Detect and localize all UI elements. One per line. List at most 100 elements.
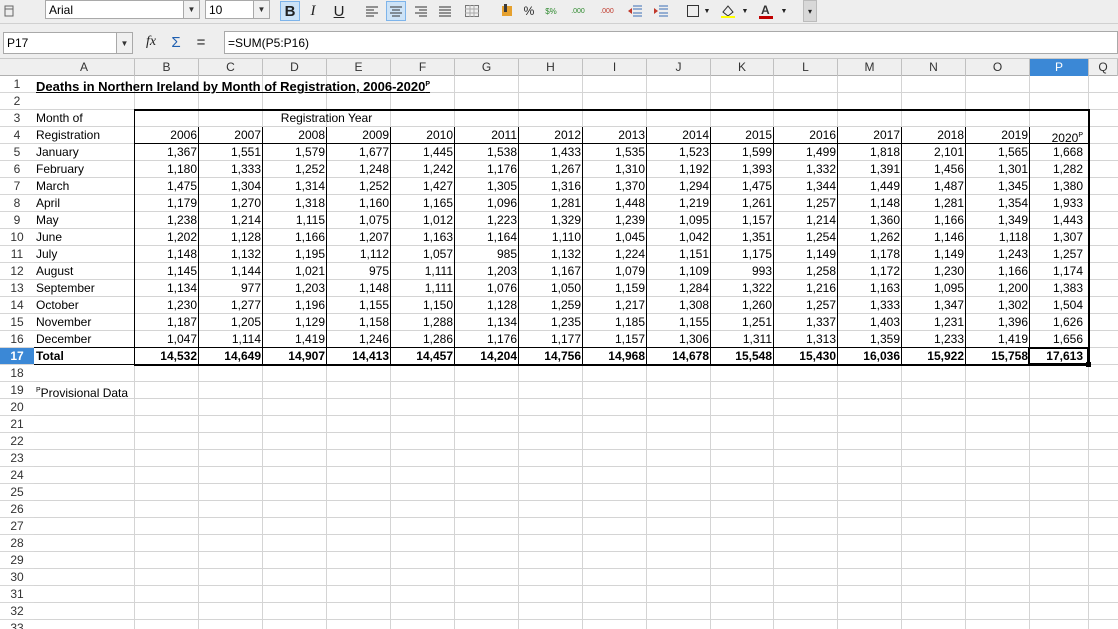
row-header[interactable]: 1 (0, 76, 34, 93)
row-header[interactable]: 24 (0, 467, 34, 484)
justify-icon[interactable] (435, 1, 455, 21)
row-header[interactable]: 11 (0, 246, 34, 263)
underline-button[interactable]: U (329, 1, 349, 21)
font-color-dropdown-icon[interactable]: ▼ (778, 1, 790, 21)
background-color-icon[interactable] (718, 1, 738, 21)
align-right-icon[interactable] (411, 1, 431, 21)
column-header[interactable]: D (263, 59, 327, 76)
sum-button[interactable]: Σ (166, 32, 186, 52)
row-header[interactable]: 4 (0, 127, 34, 144)
row-header[interactable]: 22 (0, 433, 34, 450)
row-header[interactable]: 2 (0, 93, 34, 110)
data-cell-text: 1,150 (422, 298, 453, 312)
bold-button[interactable]: B (280, 1, 300, 21)
row-header[interactable]: 31 (0, 586, 34, 603)
column-header[interactable]: C (199, 59, 263, 76)
row-header[interactable]: 6 (0, 161, 34, 178)
row-header[interactable]: 27 (0, 518, 34, 535)
data-cell-text: 1,166 (933, 213, 964, 227)
row-header[interactable]: 3 (0, 110, 34, 127)
data-cell: 977 (199, 280, 263, 297)
chevron-down-icon[interactable]: ▼ (253, 1, 269, 18)
row-header[interactable]: 15 (0, 314, 34, 331)
number-format-button[interactable]: $% (541, 1, 561, 21)
data-cell: 1,254 (774, 229, 838, 246)
row-header[interactable]: 5 (0, 144, 34, 161)
year-header: 2012 (519, 127, 583, 144)
row-header[interactable]: 32 (0, 603, 34, 620)
column-header[interactable]: J (647, 59, 711, 76)
chevron-down-icon[interactable]: ▼ (183, 1, 199, 18)
data-cell: 1,599 (711, 144, 774, 161)
align-center-icon[interactable] (386, 1, 406, 21)
row-header[interactable]: 10 (0, 229, 34, 246)
row-header[interactable]: 30 (0, 569, 34, 586)
column-header[interactable]: Q (1089, 59, 1118, 76)
merge-cells-icon[interactable] (462, 1, 482, 21)
function-wizard-button[interactable]: fx (141, 32, 161, 52)
font-size-box[interactable]: 10 ▼ (205, 0, 270, 19)
currency-icon[interactable] (497, 1, 517, 21)
borders-icon[interactable] (683, 1, 703, 21)
data-cell: 1,157 (711, 212, 774, 229)
row-header[interactable]: 12 (0, 263, 34, 280)
column-header[interactable]: E (327, 59, 391, 76)
row-header[interactable]: 9 (0, 212, 34, 229)
row-header[interactable]: 23 (0, 450, 34, 467)
row-header[interactable]: 21 (0, 416, 34, 433)
italic-button[interactable]: I (303, 1, 323, 21)
row-header[interactable]: 25 (0, 484, 34, 501)
column-header[interactable]: G (455, 59, 519, 76)
delete-decimal-button[interactable]: .000 (594, 1, 620, 21)
column-header[interactable]: N (902, 59, 966, 76)
column-header[interactable]: K (711, 59, 774, 76)
column-header[interactable]: F (391, 59, 455, 76)
row-header[interactable]: 7 (0, 178, 34, 195)
increase-indent-icon[interactable] (651, 1, 671, 21)
font-name-box[interactable]: Arial ▼ (45, 0, 200, 19)
row-header[interactable]: 8 (0, 195, 34, 212)
fill-handle[interactable] (1086, 362, 1091, 367)
data-cell: 1,057 (391, 246, 455, 263)
column-header[interactable]: M (838, 59, 902, 76)
column-header[interactable]: H (519, 59, 583, 76)
formula-input[interactable]: =SUM(P5:P16) (224, 31, 1118, 54)
column-header[interactable]: A (34, 59, 135, 76)
column-header[interactable]: O (966, 59, 1030, 76)
row-header[interactable]: 26 (0, 501, 34, 518)
row-header[interactable]: 29 (0, 552, 34, 569)
toolbar-overflow-icon[interactable]: ▾ (803, 0, 817, 22)
row-header[interactable]: 20 (0, 399, 34, 416)
row-header[interactable]: 16 (0, 331, 34, 348)
data-cell: 1,347 (902, 297, 966, 314)
row-header[interactable]: 33 (0, 620, 34, 629)
cell-cursor[interactable] (1028, 347, 1089, 365)
data-cell-text: 1,267 (550, 162, 581, 176)
row-header[interactable]: 28 (0, 535, 34, 552)
column-header[interactable]: P (1030, 59, 1089, 76)
column-headers: ABCDEFGHIJKLMNOPQ (0, 59, 1118, 76)
data-cell-text: 1,246 (358, 332, 389, 346)
percent-button[interactable]: % (519, 1, 539, 21)
column-header[interactable]: L (774, 59, 838, 76)
row-header[interactable]: 19 (0, 382, 34, 399)
month-label-text: March (36, 179, 70, 193)
background-dropdown-icon[interactable]: ▼ (739, 1, 751, 21)
total-cell: 14,968 (583, 348, 647, 365)
add-decimal-button[interactable]: .000 (565, 1, 591, 21)
borders-dropdown-icon[interactable]: ▼ (701, 1, 713, 21)
data-cell: 1,259 (519, 297, 583, 314)
spreadsheet-grid[interactable]: ABCDEFGHIJKLMNOPQ 1 2 3 4 5 6 7 8 9 10 11 12 13 14 15 1… (0, 59, 1118, 629)
row-header[interactable]: 14 (0, 297, 34, 314)
font-color-icon[interactable]: A (756, 1, 776, 21)
row-header[interactable]: 18 (0, 365, 34, 382)
align-left-icon[interactable] (362, 1, 382, 21)
column-header[interactable]: I (583, 59, 647, 76)
row-header[interactable]: 17 (0, 348, 34, 365)
function-button[interactable]: = (191, 32, 211, 52)
chevron-down-icon[interactable]: ▼ (116, 33, 132, 53)
name-box[interactable]: P17 ▼ (3, 32, 133, 54)
column-header[interactable]: B (135, 59, 199, 76)
row-header[interactable]: 13 (0, 280, 34, 297)
decrease-indent-icon[interactable] (625, 1, 645, 21)
